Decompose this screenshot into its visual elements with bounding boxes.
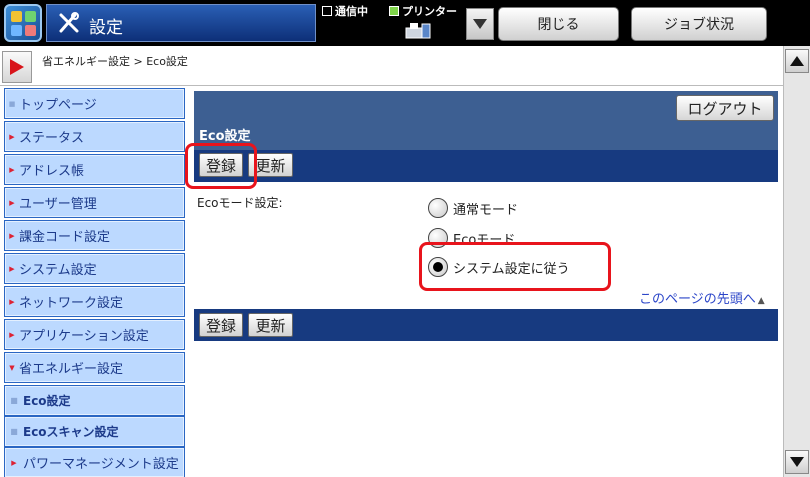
sidebar-item-label: Ecoスキャン設定 [23,425,119,439]
tools-icon [57,11,81,39]
sidebar-item-label: ステータス [19,131,85,146]
bullet-icon: ■ [10,427,18,436]
play-arrow-icon [10,59,24,75]
sidebar-item-label: アプリケーション設定 [19,329,149,344]
close-button[interactable]: 閉じる [498,7,619,41]
arrow-down-icon: ▼ [9,363,15,372]
radio-button-selected[interactable] [428,257,448,277]
comm-status-indicator [322,6,332,16]
bullet-icon: ■ [8,99,16,108]
sidebar-item-label: ネットワーク設定 [19,296,124,311]
sidebar: ■ トップページ ▶ ステータス ▶ アドレス帳 ▶ ユーザー管理 ▶ 課金コード設定 ▶… [4,88,185,477]
sidebar-item-power-management[interactable]: ▶ パワーマネージメント設定 [4,447,185,477]
sidebar-item-label: ユーザー管理 [19,197,97,212]
sidebar-item-label: トップページ [19,98,97,113]
arrow-right-icon: ▶ [9,198,15,207]
radio-button[interactable] [428,198,448,218]
arrow-right-icon: ▶ [11,458,17,467]
arrow-right-icon: ▶ [9,264,15,273]
comm-status-label: 通信中 [335,5,368,18]
top-bar: 設定 通信中 プリンター 閉じる ジョブ状況 [0,0,810,46]
sidebar-item-system-settings[interactable]: ▶ システム設定 [4,253,185,284]
breadcrumb: 省エネルギー設定 > Eco設定 [42,55,188,68]
menu-toggle-button[interactable] [2,51,32,83]
page-top-link-text[interactable]: このページの先頭へ [639,292,756,307]
arrow-right-icon: ▶ [9,330,15,339]
chevron-down-icon [473,19,487,29]
sidebar-item-label: パワーマネージメント設定 [23,457,179,472]
printer-icon [404,20,432,44]
refresh-button-bottom[interactable]: 更新 [248,313,293,337]
scroll-up-button[interactable] [785,49,809,73]
register-button[interactable]: 登録 [199,153,243,177]
sidebar-item-billing-code[interactable]: ▶ 課金コード設定 [4,220,185,251]
vertical-scrollbar[interactable] [783,46,810,477]
eco-mode-label: Ecoモード設定: [197,196,283,210]
title-box: 設定 [46,4,316,42]
sidebar-item-network-settings[interactable]: ▶ ネットワーク設定 [4,286,185,317]
sidebar-item-energy-saving[interactable]: ▼ 省エネルギー設定 [4,352,185,383]
register-button-bottom[interactable]: 登録 [199,313,243,337]
radio-label: 通常モード [453,202,519,218]
sidebar-item-label: システム設定 [19,263,97,278]
radio-eco-mode[interactable]: Ecoモード [428,227,515,249]
sidebar-item-label: Eco設定 [23,394,71,408]
printer-status: プリンター [389,3,457,19]
panel-title: Eco設定 [199,129,251,144]
arrow-right-icon: ▶ [9,297,15,306]
triangle-up-icon: ▲ [757,296,765,306]
printer-status-label: プリンター [402,5,457,18]
printer-status-indicator [389,6,399,16]
sidebar-item-top-page[interactable]: ■ トップページ [4,88,185,119]
radio-button[interactable] [428,228,448,248]
arrow-right-icon: ▶ [9,165,15,174]
triangle-up-icon [790,56,804,66]
page-title: 設定 [89,18,123,38]
sidebar-item-label: アドレス帳 [19,164,85,179]
breadcrumb-area: 省エネルギー設定 > Eco設定 [0,46,783,86]
sidebar-item-user-management[interactable]: ▶ ユーザー管理 [4,187,185,218]
job-status-button[interactable]: ジョブ状況 [631,7,767,41]
arrow-right-icon: ▶ [9,132,15,141]
logout-button[interactable]: ログアウト [676,95,774,121]
page-top-link[interactable]: このページの先頭へ ▲ [639,288,765,307]
arrow-right-icon: ▶ [9,231,15,240]
status-dropdown-button[interactable] [466,8,494,40]
sidebar-item-address-book[interactable]: ▶ アドレス帳 [4,154,185,185]
bullet-icon: ■ [10,396,18,405]
settings-app-icon[interactable] [4,4,42,42]
radio-label: Ecoモード [453,232,516,248]
sidebar-item-application-settings[interactable]: ▶ アプリケーション設定 [4,319,185,350]
radio-normal-mode[interactable]: 通常モード [428,197,518,219]
triangle-down-icon [790,457,804,467]
sidebar-item-eco-scan-settings[interactable]: ■ Ecoスキャン設定 [4,416,185,447]
comm-status: 通信中 [322,3,368,19]
sidebar-item-eco-settings[interactable]: ■ Eco設定 [4,385,185,416]
sidebar-item-label: 省エネルギー設定 [19,362,124,377]
scroll-down-button[interactable] [785,450,809,474]
sidebar-item-status[interactable]: ▶ ステータス [4,121,185,152]
radio-label: システム設定に従う [453,261,570,277]
refresh-button[interactable]: 更新 [248,153,293,177]
radio-follow-system[interactable]: システム設定に従う [428,256,570,278]
sidebar-item-label: 課金コード設定 [19,230,111,245]
